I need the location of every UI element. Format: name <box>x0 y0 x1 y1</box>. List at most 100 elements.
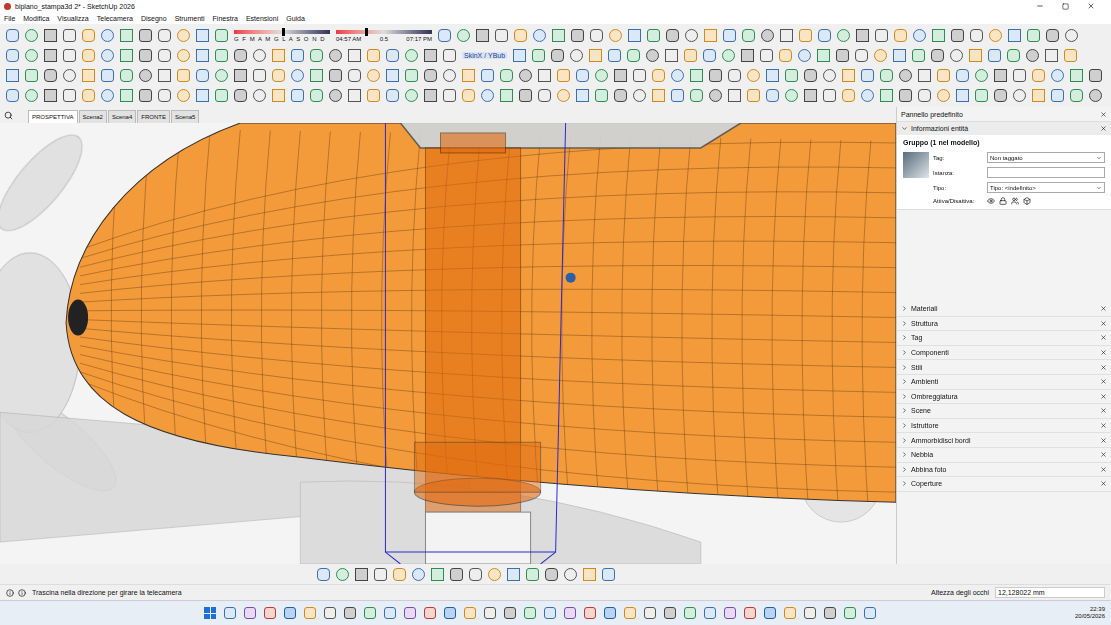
tool-icon[interactable] <box>994 69 1007 82</box>
tool-icon[interactable] <box>785 89 798 102</box>
tool-icon[interactable] <box>723 29 736 42</box>
tray-section[interactable]: Tag <box>897 331 1111 346</box>
taskbar-app-icon[interactable] <box>324 607 336 619</box>
menu-item[interactable]: File <box>4 15 15 22</box>
taskbar-app-icon[interactable] <box>364 607 376 619</box>
tool-icon[interactable] <box>595 89 608 102</box>
expand-icon[interactable] <box>901 125 908 132</box>
tool-icon[interactable] <box>856 29 869 42</box>
section-close-icon[interactable] <box>1100 125 1107 132</box>
tool-icon[interactable] <box>291 89 304 102</box>
tool-icon[interactable] <box>589 49 602 62</box>
tool-icon[interactable] <box>760 49 773 62</box>
menu-item[interactable]: Estensioni <box>246 15 278 22</box>
taskbar-app-icon[interactable] <box>764 607 776 619</box>
tool-icon[interactable] <box>595 69 608 82</box>
slider-thumb[interactable] <box>365 28 368 36</box>
tool-icon[interactable] <box>44 89 57 102</box>
tool-icon[interactable] <box>633 89 646 102</box>
taskbar-app-icon[interactable] <box>444 607 456 619</box>
tool-icon[interactable] <box>931 49 944 62</box>
tool-icon[interactable] <box>234 49 247 62</box>
taskbar-app-icon[interactable] <box>484 607 496 619</box>
scene-tab[interactable]: FRONTE <box>137 110 170 123</box>
taskbar-app-icon[interactable] <box>464 607 476 619</box>
section-close-icon[interactable] <box>1100 349 1107 356</box>
tool-icon[interactable] <box>101 29 114 42</box>
taskbar-app-icon[interactable] <box>524 607 536 619</box>
expand-icon[interactable] <box>901 437 908 444</box>
tool-icon[interactable] <box>367 69 380 82</box>
tool-icon[interactable] <box>685 29 698 42</box>
tool-icon[interactable] <box>6 89 19 102</box>
tool-icon[interactable] <box>552 29 565 42</box>
tool-icon[interactable] <box>177 49 190 62</box>
expand-icon[interactable] <box>901 378 908 385</box>
tool-icon[interactable] <box>690 69 703 82</box>
tool-icon[interactable] <box>405 69 418 82</box>
tool-icon[interactable] <box>348 49 361 62</box>
tool-icon[interactable] <box>818 29 831 42</box>
menu-item[interactable]: Modifica <box>23 15 49 22</box>
tool-icon[interactable] <box>932 29 945 42</box>
tool-icon[interactable] <box>842 69 855 82</box>
tool-icon[interactable] <box>63 49 76 62</box>
model-viewport-drawing[interactable] <box>0 123 896 564</box>
tool-icon[interactable] <box>779 49 792 62</box>
tool-icon[interactable] <box>913 29 926 42</box>
tool-icon[interactable] <box>139 89 152 102</box>
tool-icon[interactable] <box>956 89 969 102</box>
tool-icon[interactable] <box>766 89 779 102</box>
tool-icon[interactable] <box>25 69 38 82</box>
menu-item[interactable]: Visualizza <box>57 15 88 22</box>
tray-close-icon[interactable] <box>1100 111 1107 118</box>
tool-icon[interactable] <box>989 29 1002 42</box>
tool-icon[interactable] <box>367 49 380 62</box>
tool-icon[interactable] <box>684 49 697 62</box>
tool-icon[interactable] <box>970 29 983 42</box>
tool-icon[interactable] <box>6 69 19 82</box>
tool-icon[interactable] <box>215 49 228 62</box>
tool-icon[interactable] <box>177 89 190 102</box>
tool-icon[interactable] <box>785 69 798 82</box>
tray-section[interactable]: Nebbia <box>897 448 1111 463</box>
material-swatch[interactable] <box>903 152 929 178</box>
tray-section[interactable]: Struttura <box>897 317 1111 332</box>
start-icon[interactable] <box>204 607 216 619</box>
tray-section[interactable]: Ambienti <box>897 375 1111 390</box>
tool-icon[interactable] <box>317 568 330 581</box>
tool-icon[interactable] <box>443 89 456 102</box>
menu-item[interactable]: Guida <box>286 15 305 22</box>
tool-icon[interactable] <box>25 49 38 62</box>
tool-icon[interactable] <box>704 29 717 42</box>
tool-icon[interactable] <box>412 568 425 581</box>
tool-icon[interactable] <box>1013 89 1026 102</box>
tool-icon[interactable] <box>671 69 684 82</box>
tool-icon[interactable] <box>874 49 887 62</box>
tool-icon[interactable] <box>671 89 684 102</box>
taskbar-app-icon[interactable] <box>404 607 416 619</box>
menu-item[interactable]: Telecamera <box>97 15 133 22</box>
tray-section[interactable]: Materiali <box>897 302 1111 317</box>
taskbar-app-icon[interactable] <box>864 607 876 619</box>
tray-section[interactable]: Abbina foto <box>897 463 1111 478</box>
tool-icon[interactable] <box>576 69 589 82</box>
section-close-icon[interactable] <box>1100 422 1107 429</box>
tool-icon[interactable] <box>937 69 950 82</box>
tray-section[interactable]: Ombreggiatura <box>897 390 1111 405</box>
tool-icon[interactable] <box>6 29 19 42</box>
tool-icon[interactable] <box>495 29 508 42</box>
tray-section[interactable]: Stili <box>897 360 1111 375</box>
tool-icon[interactable] <box>652 89 665 102</box>
tool-icon[interactable] <box>893 49 906 62</box>
tool-icon[interactable] <box>1070 69 1083 82</box>
taskbar-app-icon[interactable] <box>744 607 756 619</box>
expand-icon[interactable] <box>901 466 908 473</box>
tool-icon[interactable] <box>880 89 893 102</box>
tool-icon[interactable] <box>63 89 76 102</box>
tool-icon[interactable] <box>405 49 418 62</box>
tool-icon[interactable] <box>329 69 342 82</box>
tool-icon[interactable] <box>139 49 152 62</box>
tool-icon[interactable] <box>215 89 228 102</box>
tool-icon[interactable] <box>44 49 57 62</box>
